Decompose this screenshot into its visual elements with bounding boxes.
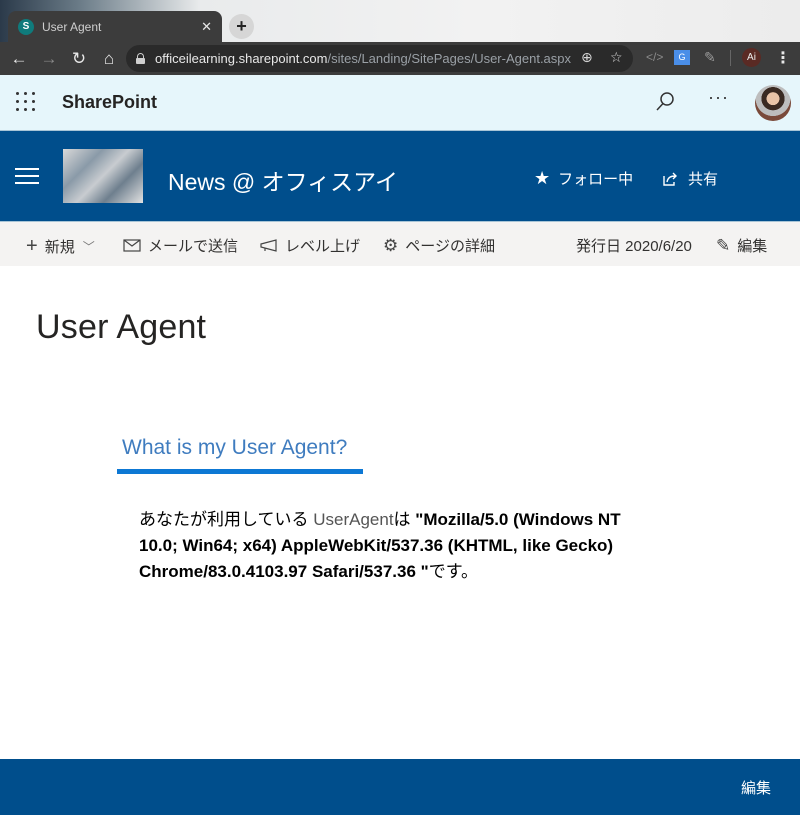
page-title: User Agent — [36, 308, 207, 346]
new-button[interactable]: + 新規 ﹀ — [26, 235, 95, 258]
translate-extension-icon[interactable]: G — [674, 50, 690, 65]
send-email-button[interactable]: メールで送信 — [123, 235, 238, 256]
gear-icon: ⚙ — [383, 235, 399, 255]
pencil-icon: ✎ — [716, 235, 731, 255]
edit-label: 編集 — [737, 238, 768, 255]
toolbar-divider — [730, 50, 731, 66]
footer-bar: 編集 — [0, 759, 800, 815]
published-date: 発行日 2020/6/20 — [576, 238, 692, 255]
sharepoint-favicon-icon: S — [18, 18, 34, 35]
ua-suffix: です。 — [428, 562, 479, 581]
bookmark-star-icon[interactable]: ☆ — [610, 49, 623, 66]
chevron-down-icon: ﹀ — [82, 240, 95, 254]
promote-button[interactable]: レベル上げ — [260, 235, 360, 256]
ua-word: UserAgent — [313, 510, 394, 529]
back-button[interactable]: ← — [5, 45, 33, 73]
reload-button[interactable]: ↻ — [65, 45, 93, 73]
page-details-label: ページの詳細 — [405, 238, 495, 255]
mail-icon — [123, 239, 141, 252]
address-bar[interactable]: officeilearning.sharepoint.com/sites/Lan… — [126, 45, 633, 72]
pen-extension-icon[interactable]: ✎ — [704, 49, 716, 66]
url-host: officeilearning.sharepoint.com — [155, 51, 328, 66]
site-title[interactable]: News @ オフィスアイ — [168, 163, 398, 197]
zoom-icon[interactable]: ⊕ — [581, 49, 593, 66]
page-details-button[interactable]: ⚙ ページの詳細 — [383, 235, 495, 256]
edit-button[interactable]: ✎ 編集 — [716, 235, 767, 256]
close-tab-icon[interactable]: ✕ — [201, 19, 212, 35]
search-icon[interactable] — [654, 91, 676, 113]
plus-icon: + — [26, 235, 38, 257]
lock-icon — [136, 53, 145, 64]
browser-tab-active[interactable]: S User Agent ✕ — [8, 11, 222, 42]
forward-button[interactable]: → — [35, 45, 63, 73]
new-label: 新規 — [44, 239, 75, 256]
code-extension-icon[interactable]: </> — [646, 50, 663, 64]
new-tab-button[interactable]: + — [229, 14, 254, 39]
browser-titlebar: S User Agent ✕ + — [0, 0, 800, 42]
user-agent-paragraph: あなたが利用している UserAgentは "Mozilla/5.0 (Wind… — [139, 507, 659, 585]
site-header: News @ オフィスアイ ★ フォロー中 共有 — [0, 131, 800, 221]
section-heading-underline — [117, 469, 363, 474]
share-icon — [663, 172, 677, 186]
more-options-icon[interactable]: ··· — [708, 87, 729, 108]
follow-label: フォロー中 — [558, 171, 634, 188]
share-button[interactable]: 共有 — [662, 168, 718, 189]
ua-prefix: あなたが利用している — [139, 510, 314, 529]
hamburger-menu-icon[interactable] — [15, 168, 39, 184]
section-heading: What is my User Agent? — [122, 436, 348, 459]
ua-particle: は — [393, 510, 416, 529]
user-avatar[interactable] — [755, 85, 791, 121]
sharepoint-brand-link[interactable]: SharePoint — [62, 92, 157, 113]
tab-title: User Agent — [42, 19, 102, 34]
star-icon: ★ — [534, 168, 551, 188]
share-label: 共有 — [688, 171, 719, 188]
app-launcher-icon[interactable] — [16, 92, 36, 112]
suite-bar: SharePoint ··· — [0, 75, 800, 131]
browser-toolbar: ← → ↻ ⌂ officeilearning.sharepoint.com/s… — [0, 42, 800, 75]
command-bar: + 新規 ﹀ メールで送信 レベル上げ ⚙ ページの詳細 発行日 2020/6/… — [0, 221, 800, 266]
home-button[interactable]: ⌂ — [95, 45, 123, 73]
promote-label: レベル上げ — [285, 238, 361, 255]
follow-button[interactable]: ★ フォロー中 — [534, 168, 633, 189]
megaphone-icon — [260, 239, 277, 252]
profile-avatar[interactable]: Ai — [742, 48, 761, 67]
url-path: /sites/Landing/SitePages/User-Agent.aspx — [327, 51, 572, 66]
send-email-label: メールで送信 — [148, 238, 239, 255]
site-logo[interactable] — [63, 149, 143, 203]
browser-menu-icon[interactable]: ⋮ — [775, 48, 791, 68]
footer-edit-link[interactable]: 編集 — [741, 777, 771, 798]
